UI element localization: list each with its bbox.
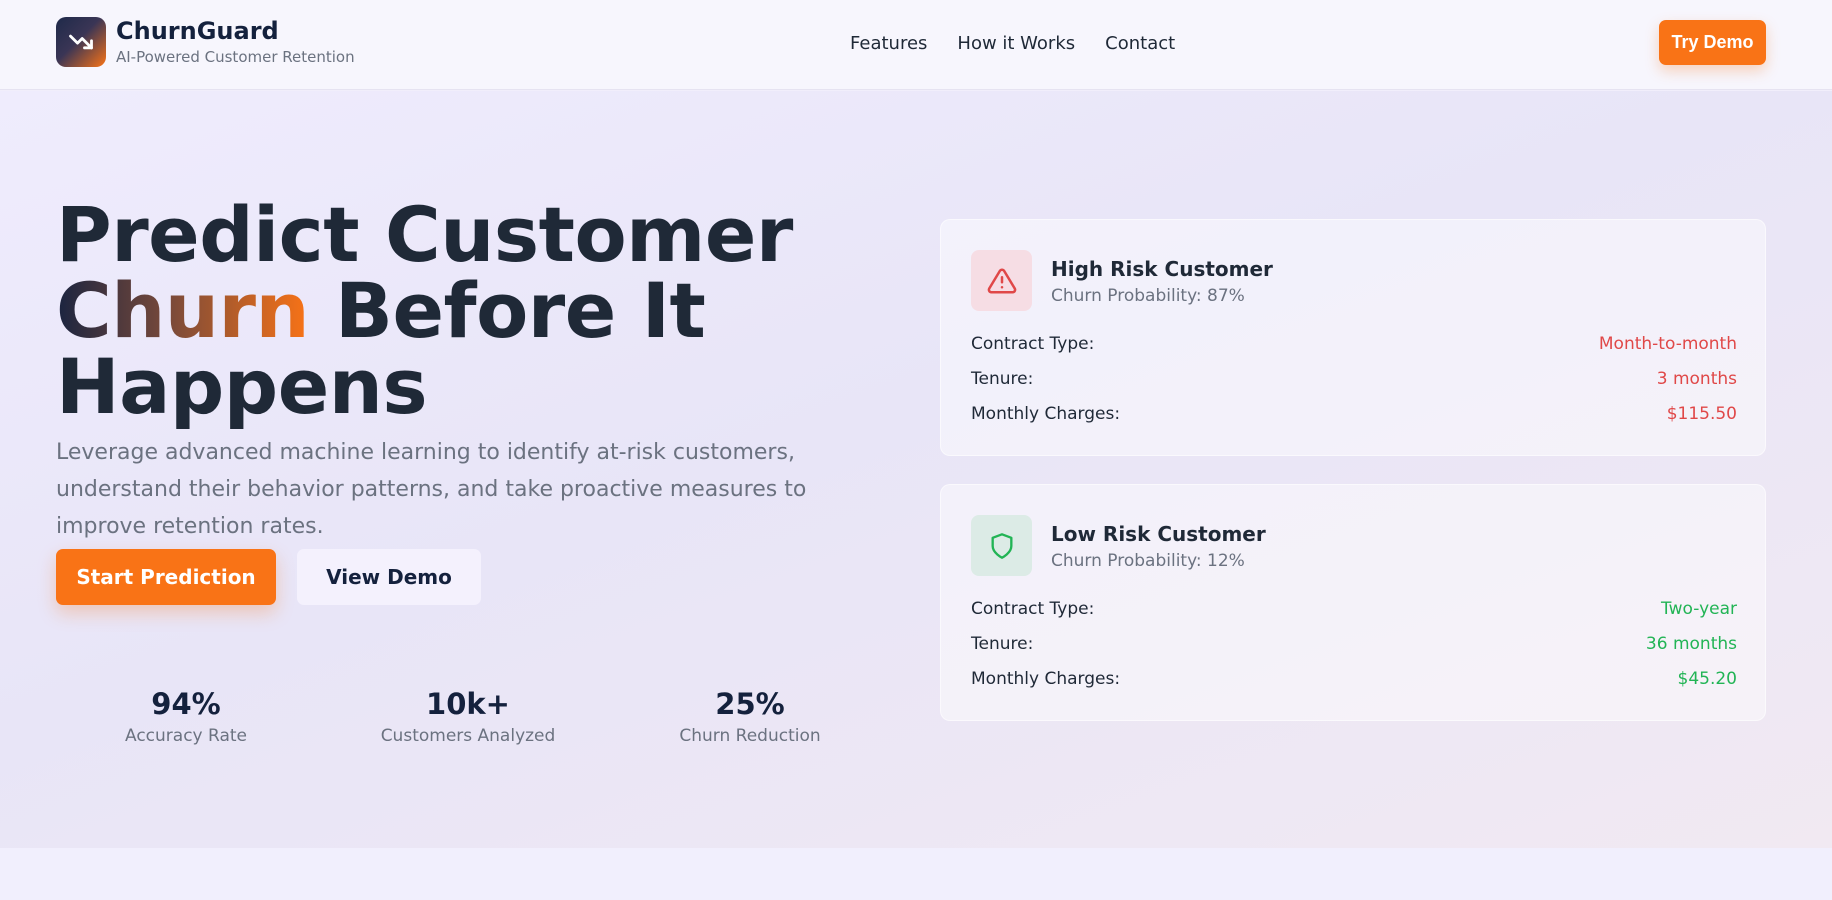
- next-section-edge: [0, 848, 1832, 900]
- nav-link-how-it-works[interactable]: How it Works: [957, 31, 1075, 57]
- detail-value: Two-year: [1661, 599, 1737, 619]
- stat-accuracy: 94% Accuracy Rate: [56, 686, 316, 748]
- nav-link-contact[interactable]: Contact: [1105, 31, 1175, 57]
- detail-label: Monthly Charges:: [971, 404, 1121, 424]
- detail-row-tenure: Tenure: 36 months: [971, 632, 1737, 667]
- card-details: Contract Type: Two-year Tenure: 36 month…: [971, 597, 1737, 702]
- card-title: High Risk Customer: [1051, 257, 1273, 281]
- detail-row-charges: Monthly Charges: $45.20: [971, 667, 1737, 702]
- high-risk-card: High Risk Customer Churn Probability: 87…: [940, 219, 1766, 456]
- stat-value: 10k+: [426, 687, 510, 721]
- detail-label: Contract Type:: [971, 599, 1095, 619]
- stats-row: 94% Accuracy Rate 10k+ Customers Analyze…: [56, 686, 876, 756]
- card-title: Low Risk Customer: [1051, 522, 1266, 546]
- churn-probability: Churn Probability: 12%: [1051, 551, 1245, 571]
- brand-tagline: AI-Powered Customer Retention: [116, 48, 355, 66]
- detail-value: Month-to-month: [1598, 334, 1737, 354]
- detail-row-contract: Contract Type: Two-year: [971, 597, 1737, 632]
- brand-name: ChurnGuard: [116, 17, 279, 45]
- nav-link-features[interactable]: Features: [850, 31, 927, 57]
- try-demo-button[interactable]: Try Demo: [1659, 20, 1766, 65]
- churn-probability: Churn Probability: 87%: [1051, 286, 1245, 306]
- low-risk-card: Low Risk Customer Churn Probability: 12%…: [940, 484, 1766, 721]
- detail-label: Contract Type:: [971, 334, 1095, 354]
- detail-value: 36 months: [1645, 634, 1737, 654]
- card-details: Contract Type: Month-to-month Tenure: 3 …: [971, 332, 1737, 437]
- hero-headline: Predict Customer Churn Before It Happens: [56, 197, 886, 425]
- detail-value: $45.20: [1677, 669, 1737, 689]
- trending-down-icon: [56, 17, 106, 67]
- detail-label: Tenure:: [971, 369, 1034, 389]
- shield-icon: [971, 515, 1032, 576]
- view-demo-button[interactable]: View Demo: [297, 549, 481, 605]
- stat-label: Customers Analyzed: [380, 726, 556, 746]
- stat-customers: 10k+ Customers Analyzed: [338, 686, 598, 748]
- brand[interactable]: ChurnGuard AI-Powered Customer Retention: [56, 17, 355, 67]
- detail-value: 3 months: [1656, 369, 1737, 389]
- detail-value: $115.50: [1666, 404, 1737, 424]
- detail-row-contract: Contract Type: Month-to-month: [971, 332, 1737, 367]
- hero-description: Leverage advanced machine learning to id…: [56, 440, 807, 539]
- detail-row-tenure: Tenure: 3 months: [971, 367, 1737, 402]
- detail-row-charges: Monthly Charges: $115.50: [971, 402, 1737, 437]
- alert-triangle-icon: [971, 250, 1032, 311]
- hero-section: Predict Customer Churn Before It Happens L…: [0, 91, 1832, 848]
- stat-label: Accuracy Rate: [125, 726, 247, 746]
- start-prediction-button[interactable]: Start Prediction: [56, 549, 276, 605]
- detail-label: Monthly Charges:: [971, 669, 1121, 689]
- site-header: ChurnGuard AI-Powered Customer Retention…: [0, 0, 1832, 90]
- main-nav: Features How it Works Contact: [850, 31, 1175, 57]
- headline-line-3: Happens: [56, 342, 428, 431]
- stat-churn-reduction: 25% Churn Reduction: [620, 686, 880, 748]
- detail-label: Tenure:: [971, 634, 1034, 654]
- stat-value: 25%: [715, 687, 785, 721]
- stat-value: 94%: [151, 687, 221, 721]
- stat-label: Churn Reduction: [679, 726, 821, 746]
